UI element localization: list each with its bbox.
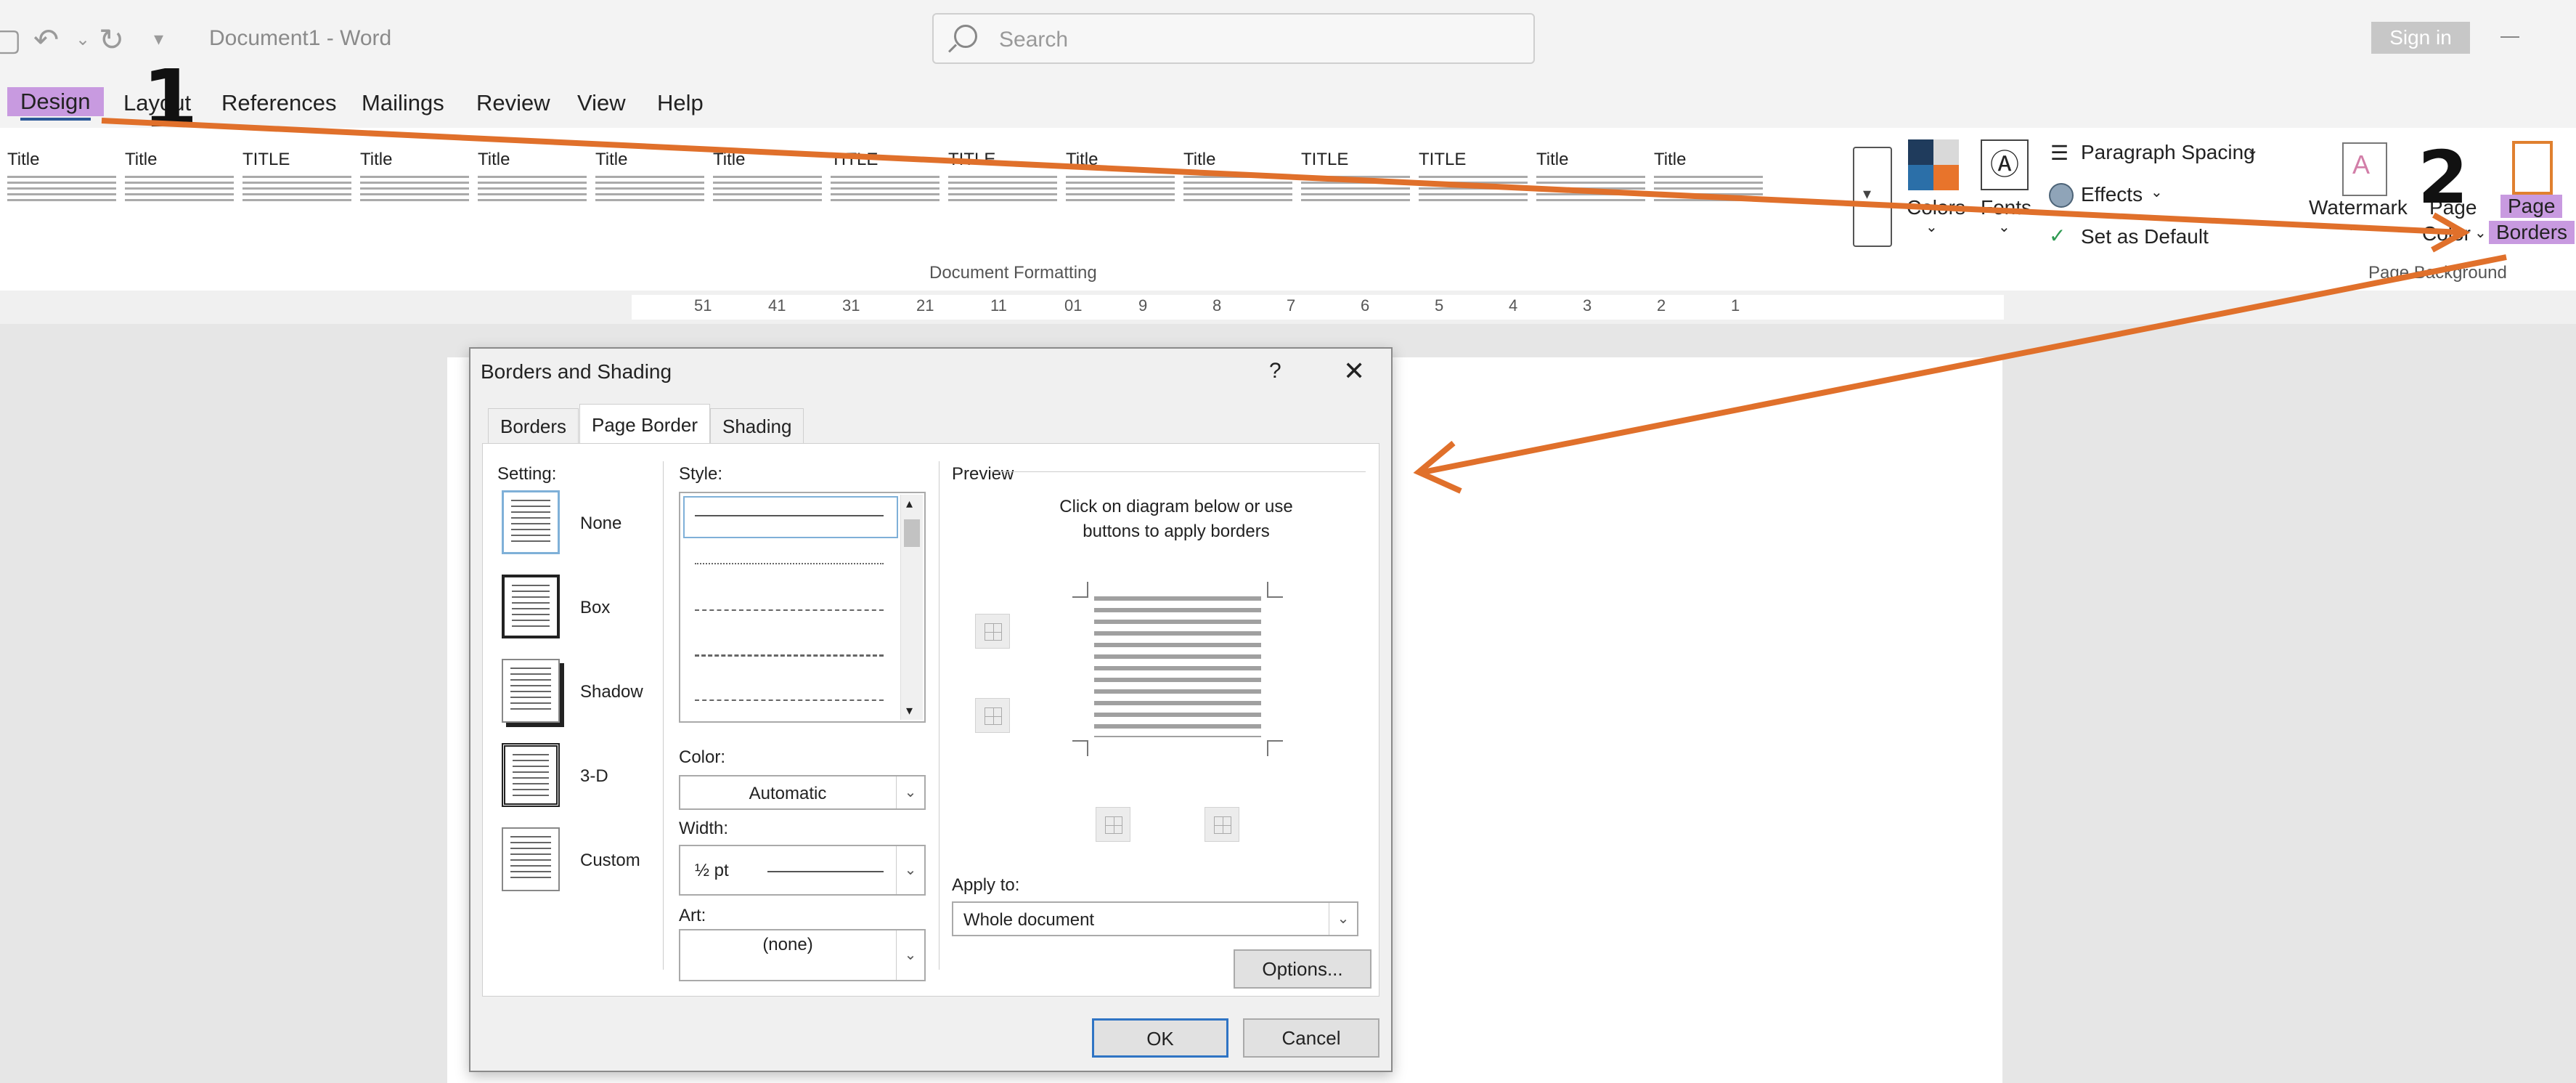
- arrow-design-to-page-borders: [101, 118, 2462, 235]
- annotation-arrows: [101, 118, 2507, 494]
- arrow-page-borders-to-dialog: [1422, 254, 2507, 475]
